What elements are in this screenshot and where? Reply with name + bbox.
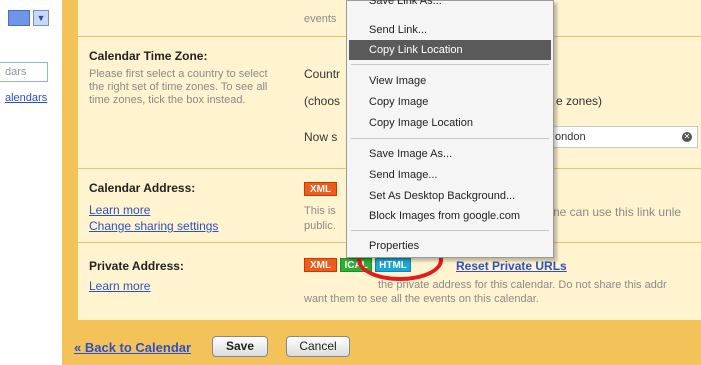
cancel-button[interactable]: Cancel <box>286 336 350 357</box>
clear-icon[interactable]: ✕ <box>682 132 692 142</box>
menu-item-block-images[interactable]: Block Images from google.com <box>349 206 551 226</box>
menu-item-copy-image[interactable]: Copy Image <box>349 92 551 112</box>
context-menu: Save Link As... Send Link... Copy Link L… <box>346 0 554 258</box>
sidebar-input[interactable]: dars <box>0 62 48 82</box>
sidebar: ▼ dars alendars <box>0 0 58 365</box>
address-desc-line1: This is <box>304 205 336 217</box>
address-desc-line1-right: ne can use this link unle <box>553 205 682 219</box>
sidebar-color-button[interactable] <box>8 10 30 26</box>
menu-item-set-desktop-background[interactable]: Set As Desktop Background... <box>349 186 551 206</box>
save-button[interactable]: Save <box>212 336 268 357</box>
events-text: events <box>304 13 337 25</box>
chevron-down-icon[interactable]: ▼ <box>33 10 49 26</box>
timezone-label: Calendar Time Zone: <box>89 49 208 63</box>
private-xml-badge[interactable]: XML <box>304 258 338 272</box>
private-address-label: Private Address: <box>89 259 184 273</box>
menu-item-save-image-as[interactable]: Save Image As... <box>349 144 551 164</box>
private-desc-line1: the private address for this calendar. D… <box>378 279 667 291</box>
country-label: Countr <box>304 67 341 81</box>
menu-item-send-image[interactable]: Send Image... <box>349 165 551 185</box>
reset-private-urls-link[interactable]: Reset Private URLs <box>456 259 567 273</box>
calendar-address-label: Calendar Address: <box>89 181 196 195</box>
choose-text: (choos <box>304 94 341 108</box>
sidebar-calendars-link[interactable]: alendars <box>5 92 47 104</box>
private-desc-line2: want them to see all the events on this … <box>304 293 539 305</box>
timezone-select[interactable]: ondon ✕ <box>548 126 698 148</box>
menu-separator <box>351 230 549 231</box>
menu-item-save-link-as[interactable]: Save Link As... <box>349 0 551 9</box>
private-learn-more-link[interactable]: Learn more <box>89 279 150 293</box>
menu-item-view-image[interactable]: View Image <box>349 71 551 91</box>
menu-item-copy-image-location[interactable]: Copy Image Location <box>349 113 551 133</box>
now-text: Now s <box>304 130 338 144</box>
menu-item-properties[interactable]: Properties <box>349 236 551 256</box>
change-sharing-link[interactable]: Change sharing settings <box>89 219 218 233</box>
xml-badge[interactable]: XML <box>304 181 338 196</box>
menu-item-send-link[interactable]: Send Link... <box>349 20 551 40</box>
bottom-bar: « Back to Calendar Save Cancel <box>62 320 701 365</box>
timezone-value: ondon <box>555 131 586 143</box>
menu-separator <box>351 64 549 65</box>
learn-more-link[interactable]: Learn more <box>89 203 150 217</box>
timezone-description: Please first select a country to select … <box>89 68 268 106</box>
address-desc-line2: public. <box>304 220 336 232</box>
menu-item-copy-link-location[interactable]: Copy Link Location <box>349 40 551 60</box>
menu-separator <box>351 138 549 139</box>
zones-text: e zones) <box>556 94 603 108</box>
back-to-calendar-link[interactable]: « Back to Calendar <box>74 340 191 355</box>
